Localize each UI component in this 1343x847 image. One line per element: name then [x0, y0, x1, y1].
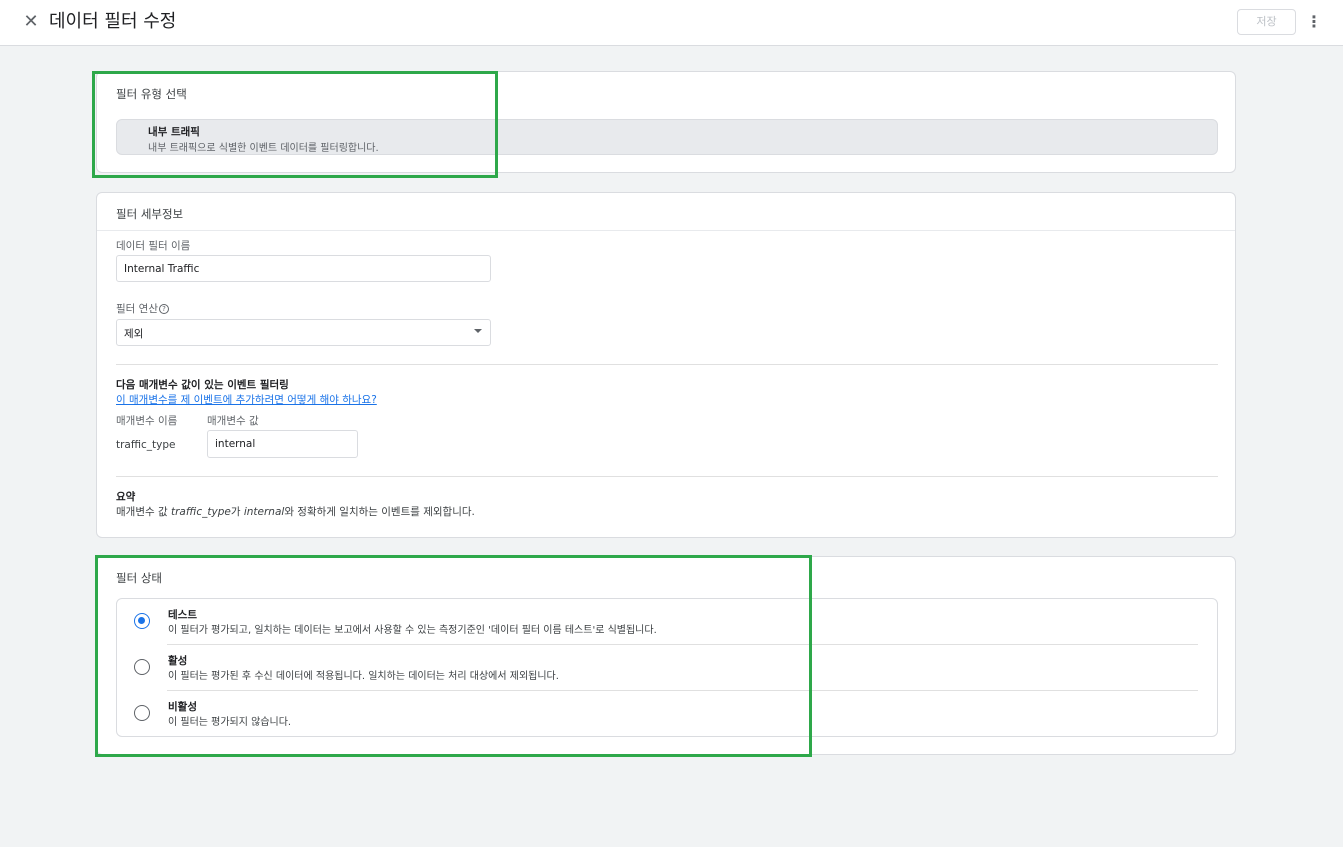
- param-help-link[interactable]: 이 매개변수를 제 이벤트에 추가하려면 어떻게 해야 하나요?: [116, 392, 377, 407]
- summary-text: 매개변수 값 traffic_type가 internal와 정확하게 일치하는…: [116, 506, 475, 518]
- filter-type-name: 내부 트래픽: [148, 126, 200, 138]
- filter-status-title: 필터 상태: [116, 571, 162, 585]
- param-value-input[interactable]: internal: [207, 430, 358, 458]
- filter-type-card: 필터 유형 선택 내부 트래픽 내부 트래픽으로 식별한 이벤트 데이터를 필터…: [96, 71, 1236, 173]
- status-option-name: 비활성: [168, 701, 197, 713]
- status-option-inactive[interactable]: 비활성 이 필터는 평가되지 않습니다.: [117, 691, 1217, 737]
- status-option-desc: 이 필터는 평가된 후 수신 데이터에 적용됩니다. 일치하는 데이터는 처리 …: [168, 671, 559, 682]
- more-vert-icon[interactable]: ⋮: [1306, 10, 1322, 34]
- divider: [116, 476, 1218, 477]
- close-icon[interactable]: ✕: [20, 10, 42, 34]
- filter-name-input[interactable]: Internal Traffic: [116, 255, 491, 282]
- filter-operation-label: 필터 연산?: [116, 301, 169, 316]
- filter-type-title: 필터 유형 선택: [116, 87, 187, 101]
- filter-details-card: 필터 세부정보 데이터 필터 이름 Internal Traffic 필터 연산…: [96, 192, 1236, 538]
- chevron-down-icon: [474, 329, 482, 333]
- filter-operation-select[interactable]: 제외: [116, 319, 491, 346]
- param-name: traffic_type: [116, 439, 176, 451]
- radio-unchecked-icon[interactable]: [134, 659, 150, 675]
- radio-checked-icon[interactable]: [134, 613, 150, 629]
- status-option-test[interactable]: 테스트 이 필터가 평가되고, 일치하는 데이터는 보고에서 사용할 수 있는 …: [117, 599, 1217, 645]
- status-option-name: 활성: [168, 655, 188, 667]
- filter-status-options: 테스트 이 필터가 평가되고, 일치하는 데이터는 보고에서 사용할 수 있는 …: [116, 598, 1218, 737]
- divider: [97, 230, 1235, 231]
- filter-type-option-internal-traffic[interactable]: 내부 트래픽 내부 트래픽으로 식별한 이벤트 데이터를 필터링합니다.: [116, 119, 1218, 155]
- status-option-name: 테스트: [168, 609, 197, 621]
- divider: [116, 364, 1218, 365]
- save-button[interactable]: 저장: [1237, 9, 1296, 35]
- radio-unchecked-icon[interactable]: [134, 705, 150, 721]
- param-value-header: 매개변수 값: [207, 415, 259, 427]
- filter-name-label: 데이터 필터 이름: [116, 240, 191, 252]
- status-option-active[interactable]: 활성 이 필터는 평가된 후 수신 데이터에 적용됩니다. 일치하는 데이터는 …: [117, 645, 1217, 691]
- help-circle-icon[interactable]: ?: [158, 304, 169, 314]
- summary-title: 요약: [116, 491, 136, 503]
- top-app-bar: ✕ 데이터 필터 수정 저장 ⋮: [0, 0, 1343, 46]
- filter-operation-value: 제외: [124, 328, 144, 340]
- page-title: 데이터 필터 수정: [49, 11, 177, 32]
- status-option-desc: 이 필터는 평가되지 않습니다.: [168, 717, 292, 728]
- param-name-header: 매개변수 이름: [116, 415, 178, 427]
- filter-status-card: 필터 상태 테스트 이 필터가 평가되고, 일치하는 데이터는 보고에서 사용할…: [96, 556, 1236, 755]
- status-option-desc: 이 필터가 평가되고, 일치하는 데이터는 보고에서 사용할 수 있는 측정기준…: [168, 625, 657, 636]
- param-filter-heading: 다음 매개변수 값이 있는 이벤트 필터링: [116, 379, 289, 391]
- filter-type-description: 내부 트래픽으로 식별한 이벤트 데이터를 필터링합니다.: [148, 143, 379, 154]
- filter-details-title: 필터 세부정보: [116, 207, 184, 221]
